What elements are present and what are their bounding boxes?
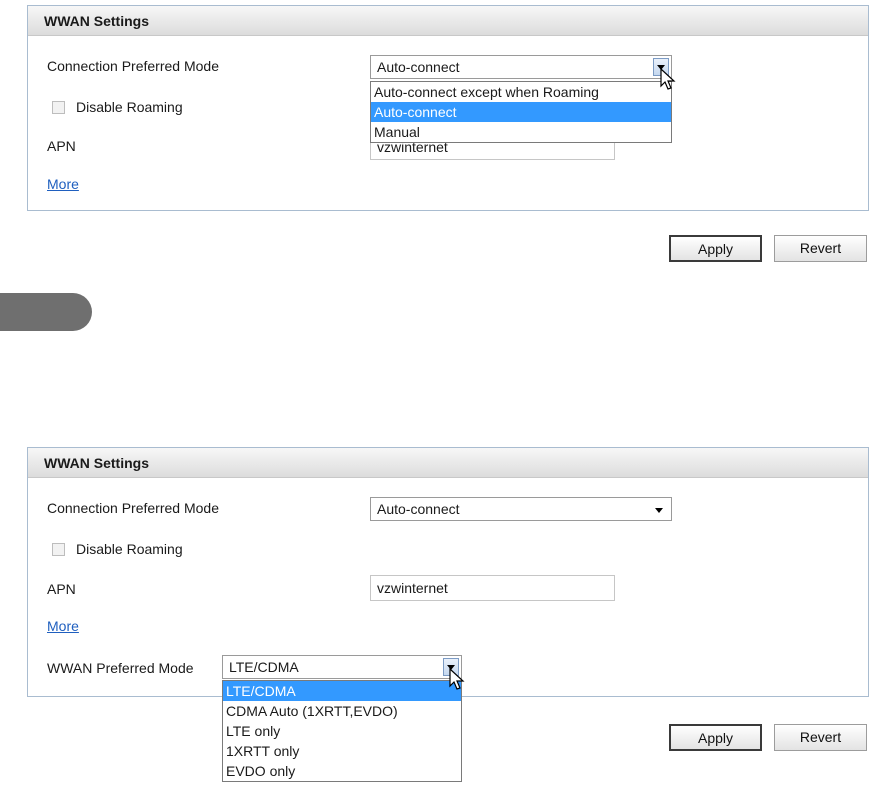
apn-label: APN xyxy=(47,138,76,154)
panel-title: WWAN Settings xyxy=(28,448,868,478)
mouse-pointer-icon xyxy=(449,668,465,690)
step-separator-badge xyxy=(0,293,92,331)
dropdown-option[interactable]: 1XRTT only xyxy=(223,741,461,761)
revert-button[interactable]: Revert xyxy=(774,235,867,262)
disable-roaming-label: Disable Roaming xyxy=(76,541,183,557)
revert-button[interactable]: Revert xyxy=(774,724,867,751)
apn-label: APN xyxy=(47,581,76,597)
dropdown-option-selected[interactable]: Auto-connect xyxy=(371,102,671,122)
dropdown-option[interactable]: LTE only xyxy=(223,721,461,741)
wwan-mode-dropdown-list: LTE/CDMA CDMA Auto (1XRTT,EVDO) LTE only… xyxy=(222,680,462,782)
connection-mode-dropdown-list: Auto-connect except when Roaming Auto-co… xyxy=(370,81,672,143)
select-value: Auto-connect xyxy=(377,59,460,75)
more-link[interactable]: More xyxy=(47,176,79,192)
dropdown-option[interactable]: EVDO only xyxy=(223,761,461,781)
apn-input[interactable]: vzwinternet xyxy=(370,575,615,601)
wwan-preferred-mode-label: WWAN Preferred Mode xyxy=(47,660,194,676)
disable-roaming-checkbox[interactable] xyxy=(52,543,65,556)
select-value: Auto-connect xyxy=(377,501,460,517)
disable-roaming-checkbox[interactable] xyxy=(52,101,65,114)
connection-preferred-mode-select[interactable]: Auto-connect xyxy=(370,55,672,79)
connection-preferred-mode-select[interactable]: Auto-connect xyxy=(370,497,672,521)
disable-roaming-label: Disable Roaming xyxy=(76,99,183,115)
connection-preferred-mode-label: Connection Preferred Mode xyxy=(47,500,219,516)
dropdown-option-selected[interactable]: LTE/CDMA xyxy=(223,681,461,701)
chevron-down-icon xyxy=(655,508,663,513)
dropdown-option[interactable]: Auto-connect except when Roaming xyxy=(371,82,671,102)
wwan-preferred-mode-select[interactable]: LTE/CDMA xyxy=(222,655,462,679)
mouse-pointer-icon xyxy=(660,68,676,90)
select-value: LTE/CDMA xyxy=(229,659,299,675)
connection-preferred-mode-label: Connection Preferred Mode xyxy=(47,58,219,74)
more-link[interactable]: More xyxy=(47,618,79,634)
apply-button[interactable]: Apply xyxy=(669,235,762,262)
dropdown-option[interactable]: CDMA Auto (1XRTT,EVDO) xyxy=(223,701,461,721)
apply-button[interactable]: Apply xyxy=(669,724,762,751)
dropdown-option[interactable]: Manual xyxy=(371,122,671,142)
panel-title: WWAN Settings xyxy=(28,6,868,36)
